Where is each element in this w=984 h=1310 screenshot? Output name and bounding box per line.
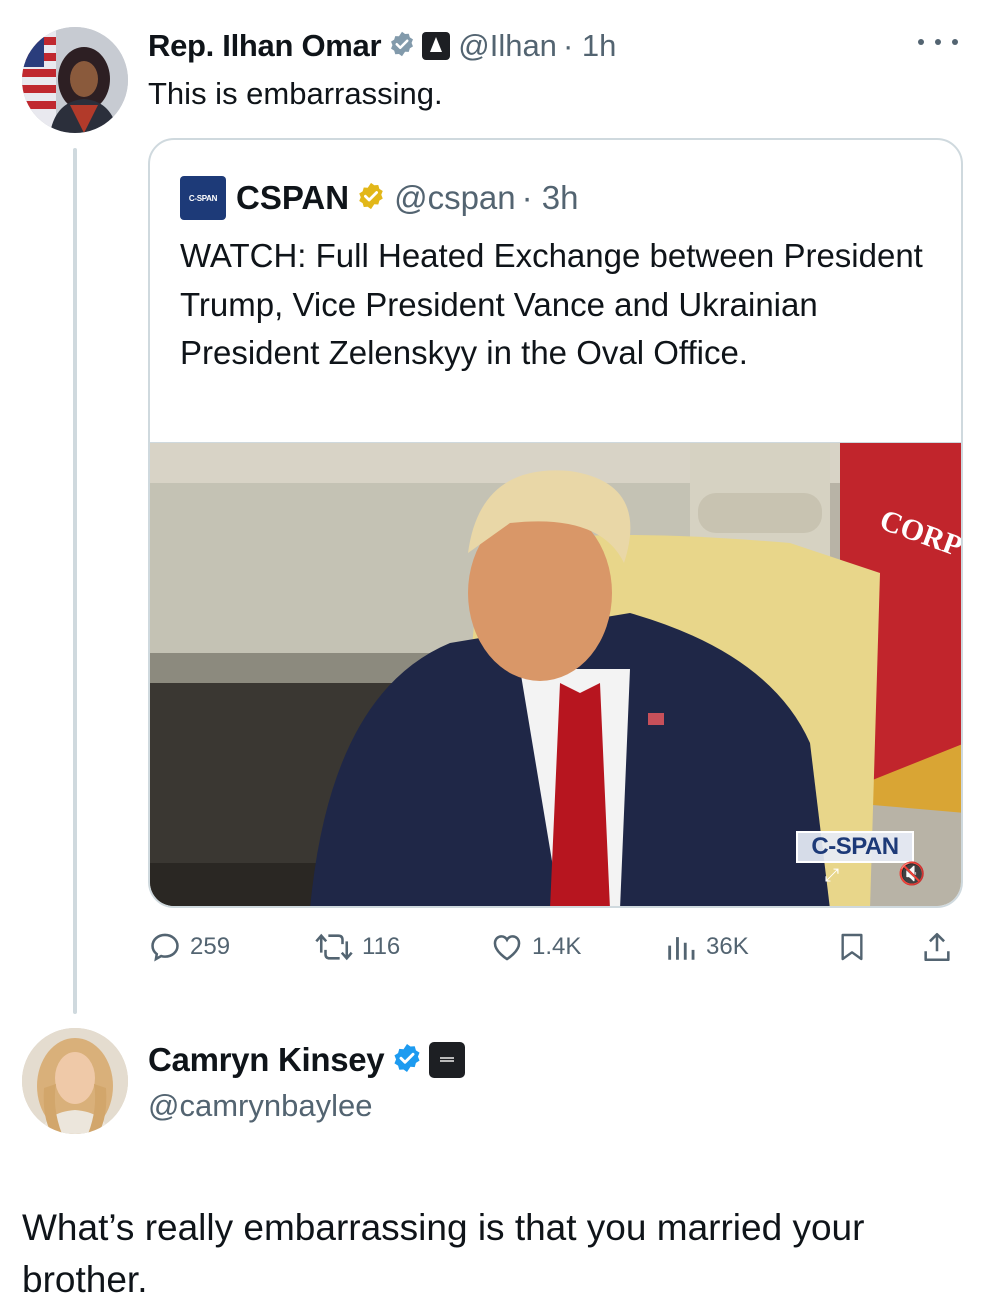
ellipsis-icon[interactable] — [918, 30, 958, 54]
views-button[interactable]: 36K — [664, 924, 749, 970]
kinsey-handle[interactable]: @camrynbaylee — [148, 1088, 372, 1124]
cspan-display-name[interactable]: CSPAN — [236, 179, 349, 217]
quoted-tweet-header: C-SPAN CSPAN @cspan · 3h — [180, 176, 579, 220]
avatar-ilhan-omar[interactable] — [22, 27, 128, 133]
action-bar: 259 116 1.4K 36K — [148, 924, 963, 970]
omar-handle[interactable]: @Ilhan — [458, 28, 557, 64]
like-button[interactable]: 1.4K — [490, 924, 581, 970]
reply-icon — [151, 933, 179, 962]
repost-count: 116 — [362, 933, 401, 960]
cspan-logo: C-SPAN — [180, 176, 226, 220]
repost-button[interactable]: 116 — [314, 924, 400, 970]
expand-arrows-icon[interactable]: ⤢ — [810, 861, 854, 889]
video-player[interactable]: CORP C-SPAN ⤢ 🔇 — [150, 442, 961, 906]
omar-header: Rep. Ilhan Omar @Ilhan · 1h — [148, 26, 616, 66]
bookmark-button[interactable] — [836, 924, 876, 970]
gray-check-icon — [388, 30, 416, 63]
gold-check-icon — [356, 181, 386, 216]
quoted-tweet-text: WATCH: Full Heated Exchange between Pres… — [180, 237, 923, 371]
kinsey-header: Camryn Kinsey — [148, 1038, 466, 1082]
cspan-handle[interactable]: @cspan — [394, 179, 516, 217]
repost-icon — [315, 933, 353, 961]
views-icon — [668, 937, 695, 960]
quoted-tweet-card[interactable]: C-SPAN CSPAN @cspan · 3h WATCH: Full Hea… — [148, 138, 963, 908]
thread-connector — [73, 148, 77, 1014]
share-icon — [924, 932, 950, 962]
omar-display-name[interactable]: Rep. Ilhan Omar — [148, 28, 382, 64]
reply-button[interactable]: 259 — [148, 924, 230, 970]
capitol-icon — [422, 32, 451, 60]
reply-count: 259 — [190, 933, 231, 960]
affiliate-logo-icon[interactable] — [429, 1042, 466, 1078]
views-count: 36K — [706, 933, 749, 960]
blue-check-icon — [391, 1042, 423, 1079]
like-count: 1.4K — [532, 933, 582, 960]
heart-icon — [493, 935, 521, 961]
kinsey-display-name[interactable]: Camryn Kinsey — [148, 1041, 385, 1079]
bookmark-icon — [841, 933, 863, 961]
speaker-muted-icon[interactable]: 🔇 — [894, 859, 930, 889]
share-button[interactable] — [920, 924, 962, 970]
omar-tweet-text: This is embarrassing. — [148, 76, 443, 111]
omar-timestamp[interactable]: · 1h — [563, 28, 616, 64]
cspan-timestamp[interactable]: · 3h — [522, 179, 579, 217]
ilhan-omar-photo — [22, 27, 128, 133]
avatar-camryn-kinsey[interactable] — [22, 1028, 128, 1134]
camryn-kinsey-photo — [22, 1028, 128, 1134]
reply-tweet-text: What’s really embarrassing is that you m… — [22, 1207, 865, 1300]
